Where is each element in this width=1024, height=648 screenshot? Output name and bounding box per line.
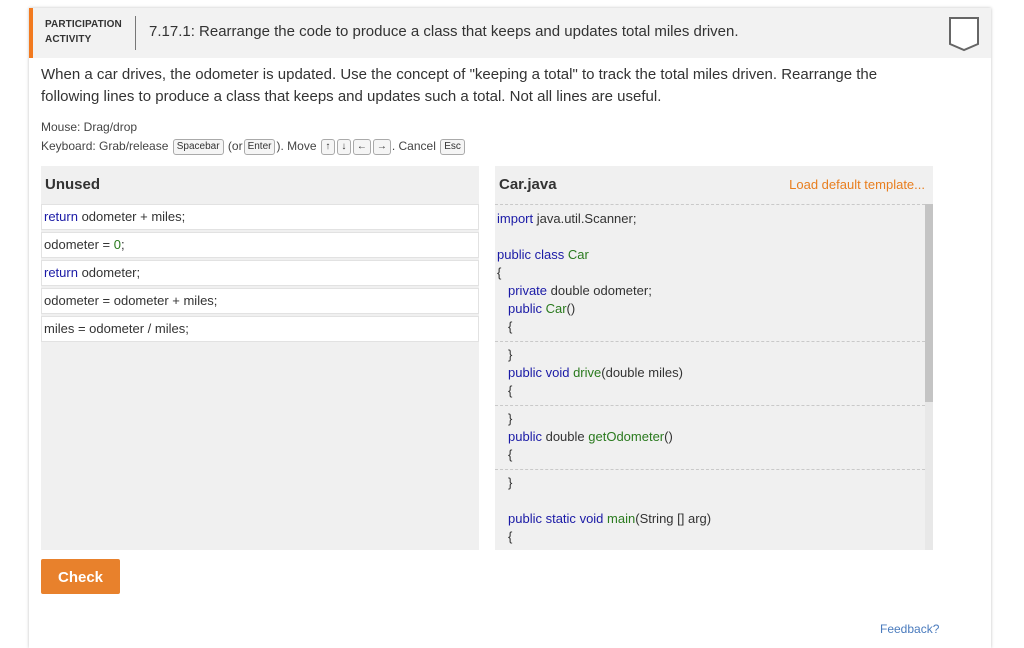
code-text: odometer;: [77, 265, 141, 280]
code-line-import[interactable]: import java.util.Scanner;: [497, 211, 636, 226]
code-keyword: return: [44, 209, 78, 224]
code-keyword: return: [44, 265, 78, 280]
code-type: main: [607, 511, 636, 526]
code-keyword: class: [534, 247, 565, 262]
code-text: odometer + miles;: [77, 209, 186, 224]
keyboard-help: Keyboard: Grab/release Spacebar (or Enter…: [41, 139, 466, 155]
arrow-left-key: ←: [352, 139, 371, 155]
code-scrollbar[interactable]: [925, 204, 933, 550]
code-line-constructor: public Car(): [508, 301, 575, 316]
keyboard-help-prefix: Keyboard: Grab/release: [41, 139, 169, 154]
code-text: double: [545, 429, 585, 444]
arrow-up-key: ↑: [320, 139, 335, 155]
code-line-brace: {: [497, 265, 502, 280]
keyboard-cancel-text: . Cancel: [391, 139, 436, 154]
code-text: (): [566, 301, 576, 316]
code-text: (double miles): [601, 365, 683, 380]
esc-key: Esc: [440, 139, 465, 155]
unused-panel[interactable]: Unused return odometer + miles; odometer…: [41, 166, 479, 550]
code-block[interactable]: return odometer;: [41, 260, 479, 286]
code-line-brace: }: [508, 411, 513, 426]
code-line-class: public class Car: [497, 247, 589, 262]
code-text: double odometer;: [547, 283, 652, 298]
code-text: java.util.Scanner;: [533, 211, 637, 226]
arrow-right-key: →: [372, 139, 391, 155]
code-keyword: private: [508, 283, 548, 298]
code-keyword: void: [545, 365, 570, 380]
code-keyword: public: [508, 429, 542, 444]
code-panel: Car.java Load default template... import…: [495, 166, 933, 550]
code-line-brace: }: [508, 347, 513, 362]
code-text: (String [] arg): [635, 511, 712, 526]
code-line-brace: {: [508, 319, 513, 334]
unused-panel-title: Unused: [45, 176, 101, 193]
code-line-brace: }: [508, 475, 513, 490]
code-line-main: public static void main(String [] arg): [508, 511, 711, 526]
code-type: drive: [573, 365, 602, 380]
code-file-title: Car.java: [499, 176, 557, 193]
completion-bookmark-icon: [949, 17, 979, 52]
code-line-brace: {: [508, 383, 513, 398]
header-separator: [135, 16, 136, 50]
code-line-field: private double odometer;: [508, 283, 652, 298]
code-type: getOdometer: [588, 429, 665, 444]
code-drop-area[interactable]: import java.util.Scanner; public class C…: [495, 204, 925, 550]
activity-header: PARTICIPATION ACTIVITY 7.17.1: Rearrange…: [29, 8, 991, 58]
code-line-brace: {: [508, 529, 513, 544]
drop-slot-drive[interactable]: [495, 405, 925, 406]
code-text: (): [664, 429, 673, 444]
code-keyword: public: [508, 511, 542, 526]
code-text: odometer = odometer + miles;: [44, 293, 218, 308]
unused-list: return odometer + miles; odometer = 0; r…: [41, 204, 479, 344]
code-number: 0: [113, 237, 121, 252]
code-line-brace: {: [508, 447, 513, 462]
code-block[interactable]: odometer = odometer + miles;: [41, 288, 479, 314]
code-block[interactable]: odometer = 0;: [41, 232, 479, 258]
code-keyword: void: [579, 511, 604, 526]
drop-slot-constructor[interactable]: [495, 341, 925, 342]
keyboard-move-text: ). Move: [276, 139, 317, 154]
header-accent-bar: [29, 8, 33, 58]
code-scrollbar-thumb[interactable]: [925, 204, 933, 402]
activity-title: 7.17.1: Rearrange the code to produce a …: [149, 23, 739, 40]
spacebar-key: Spacebar: [172, 139, 224, 155]
arrow-down-key: ↓: [336, 139, 351, 155]
code-keyword: import: [497, 211, 534, 226]
code-keyword: public: [497, 247, 531, 262]
code-text: ;: [120, 237, 125, 252]
code-line-getodometer: public double getOdometer(): [508, 429, 673, 444]
activity-type-label: PARTICIPATION ACTIVITY: [45, 19, 122, 45]
code-text: odometer =: [44, 237, 114, 252]
enter-key: Enter: [243, 139, 276, 155]
code-line-drive: public void drive(double miles): [508, 365, 683, 380]
feedback-link[interactable]: Feedback?: [880, 622, 939, 636]
code-type: Car: [567, 247, 589, 262]
code-keyword: public: [508, 365, 542, 380]
code-text: miles = odometer / miles;: [44, 321, 189, 336]
load-default-template-link[interactable]: Load default template...: [789, 177, 925, 192]
code-type: Car: [545, 301, 567, 316]
code-block[interactable]: return odometer + miles;: [41, 204, 479, 230]
instructions-text: When a car drives, the odometer is updat…: [41, 66, 878, 105]
code-keyword: public: [508, 301, 542, 316]
code-keyword: static: [545, 511, 576, 526]
keyboard-or-text: (or: [227, 139, 243, 154]
mouse-help: Mouse: Drag/drop: [41, 120, 138, 134]
check-button[interactable]: Check: [41, 559, 120, 594]
drop-slot-getodometer[interactable]: [495, 469, 925, 470]
code-block[interactable]: miles = odometer / miles;: [41, 316, 479, 342]
